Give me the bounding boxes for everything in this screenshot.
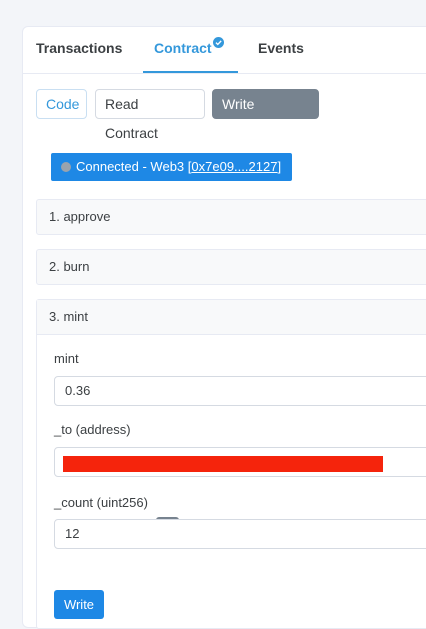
contract-card: Transactions Contract Events Code Read C… [22,26,426,629]
redaction-bar [63,456,383,472]
count-input[interactable]: 12 [54,519,426,549]
function-burn[interactable]: 2. burn [36,249,426,285]
to-address-input[interactable] [54,447,426,477]
active-tab-indicator [143,71,238,73]
function-mint-title[interactable]: 3. mint [37,300,426,335]
function-approve[interactable]: 1. approve [36,199,426,235]
function-approve-title[interactable]: 1. approve [37,200,426,234]
connected-address-link[interactable]: 0x7e09....2127 [191,159,277,174]
function-burn-title[interactable]: 2. burn [37,250,426,284]
check-circle-icon [213,37,224,48]
to-address-label: _to (address) [54,422,131,437]
write-contract-button[interactable]: Write Contract [212,89,319,141]
tab-contract[interactable]: Contract [154,40,212,56]
tab-transactions[interactable]: Transactions [36,40,122,56]
status-dot-icon [61,162,71,172]
read-contract-button[interactable]: Read Contract [95,89,205,141]
mint-payable-label: mint [54,351,79,366]
tab-bar: Transactions Contract Events [23,27,426,74]
count-label: _count (uint256) [54,495,148,510]
connection-status-text: Connected - Web3 [76,159,188,174]
mint-payable-input[interactable]: 0.36 [54,376,426,406]
address-bracket-close: ] [277,159,282,174]
function-mint: 3. mint mint 0.36 _to (address) _count (… [36,299,426,629]
write-button[interactable]: Write [54,590,104,619]
tab-events[interactable]: Events [258,40,304,56]
code-button[interactable]: Code [36,89,87,119]
web3-connection-badge[interactable]: Connected - Web3 [0x7e09....2127] [51,153,292,181]
